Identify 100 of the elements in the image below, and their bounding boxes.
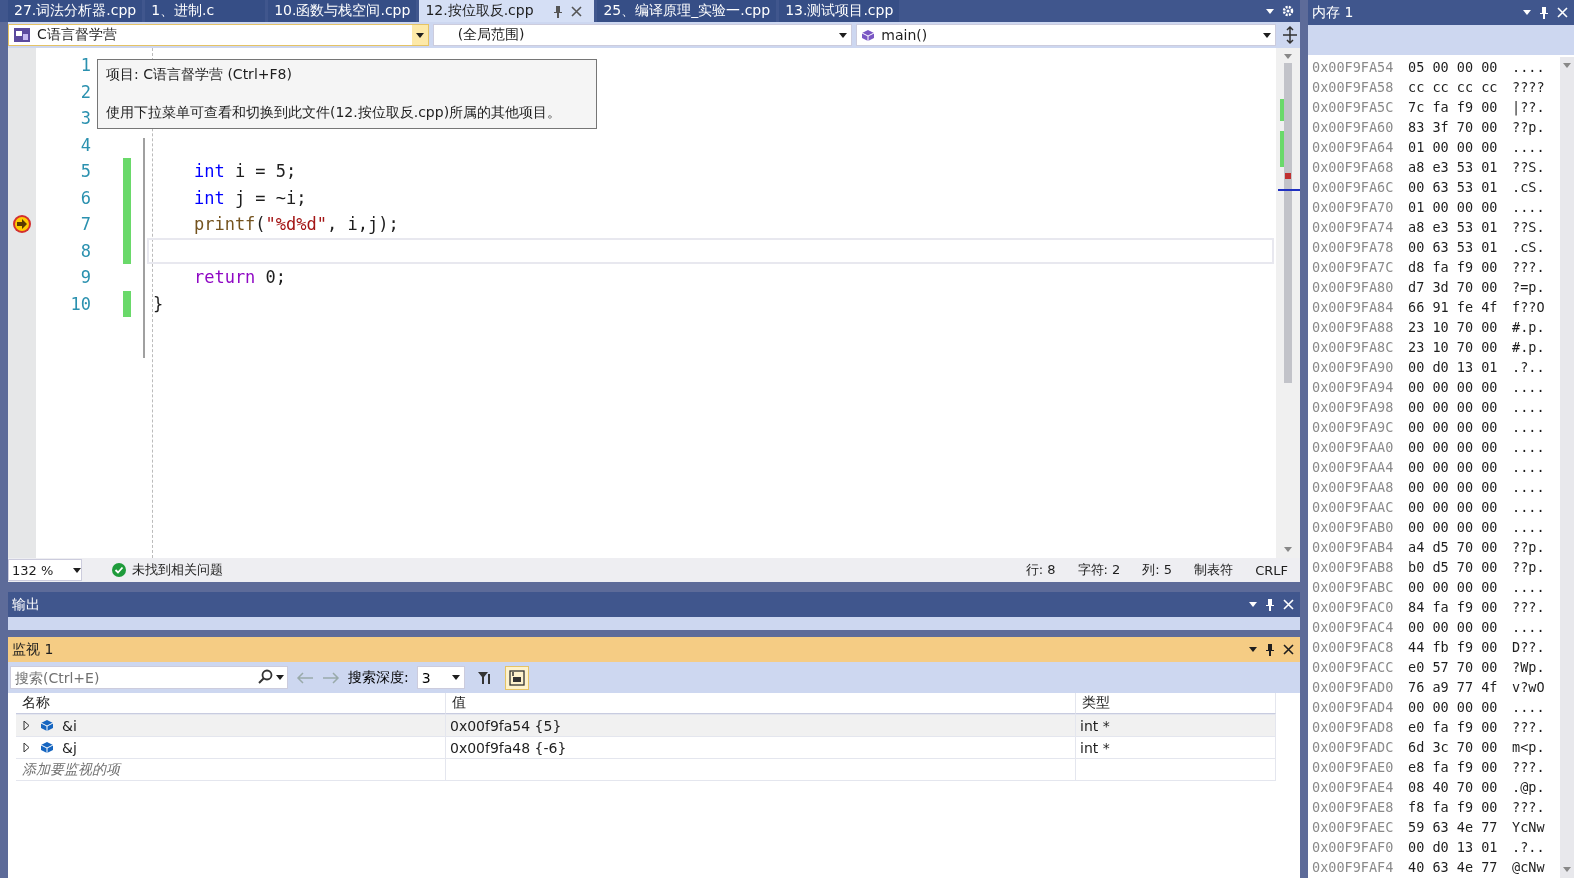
- memory-bytes: a8 e3 53 01: [1408, 219, 1499, 235]
- memory-address: 0x00F9FA90: [1312, 359, 1395, 375]
- memory-chars: ??S.: [1512, 159, 1545, 175]
- memory-chars: .cS.: [1512, 239, 1545, 255]
- memory-address: 0x00F9FAB4: [1312, 539, 1395, 555]
- memory-bytes: b0 d5 70 00: [1408, 559, 1499, 575]
- memory-address: 0x00F9FA58: [1312, 79, 1395, 95]
- pin-icon[interactable]: [1265, 598, 1275, 611]
- memory-address: 0x00F9FAA4: [1312, 459, 1395, 475]
- memory-chars: ????: [1512, 79, 1545, 95]
- memory-chars: ?Wp.: [1512, 659, 1545, 675]
- memory-chars: .@p.: [1512, 779, 1545, 795]
- search-field[interactable]: 搜索(Ctrl+E): [10, 666, 288, 689]
- scrollbar[interactable]: [1276, 48, 1300, 558]
- memory-bytes: f8 fa f9 00: [1408, 799, 1499, 815]
- close-icon[interactable]: [1283, 644, 1294, 655]
- file-tab[interactable]: 12.按位取反.cpp: [419, 0, 595, 22]
- status-item[interactable]: 列: 5: [1142, 561, 1173, 579]
- split-icon[interactable]: [1280, 25, 1300, 45]
- caret-icon: [839, 32, 848, 38]
- memory-chars: ....: [1512, 199, 1545, 215]
- column-header[interactable]: 名称: [16, 693, 446, 714]
- scope-dropdown[interactable]: (全局范围): [432, 24, 853, 46]
- scrollbar[interactable]: [1560, 57, 1574, 878]
- expand-icon[interactable]: [22, 721, 30, 730]
- column-header[interactable]: 值: [446, 693, 1076, 714]
- file-tab[interactable]: 25、编译原理_实验一.cpp: [597, 0, 777, 22]
- pin-icon[interactable]: [1265, 643, 1275, 656]
- memory-chars: ???.: [1512, 759, 1545, 775]
- watch-type: int *: [1076, 715, 1276, 736]
- caret-position-marker: [1278, 189, 1300, 191]
- memory-bytes: 00 63 53 01: [1408, 179, 1499, 195]
- status-item[interactable]: 字符: 2: [1077, 561, 1121, 579]
- project-dropdown[interactable]: C语言督学营: [8, 24, 429, 46]
- memory-bytes: 00 d0 13 01: [1408, 839, 1499, 855]
- memory-chars: ???.: [1512, 599, 1545, 615]
- line-number: 10: [69, 293, 91, 314]
- memory-chars: ??S.: [1512, 219, 1545, 235]
- memory-bytes: 76 a9 77 4f: [1408, 679, 1499, 695]
- memory-bytes: a8 e3 53 01: [1408, 159, 1499, 175]
- memory-address: 0x00F9FA9C: [1312, 419, 1395, 435]
- file-tab[interactable]: 13.测试项目.cpp: [779, 0, 900, 22]
- memory-chars: YcNw: [1512, 819, 1545, 835]
- caret-icon: [276, 674, 284, 680]
- memory-bytes: d7 3d 70 00: [1408, 279, 1499, 295]
- memory-bytes: 83 3f 70 00: [1408, 119, 1499, 135]
- memory-bytes: 00 00 00 00: [1408, 399, 1499, 415]
- file-tab[interactable]: 10.函数与栈空间.cpp: [268, 0, 417, 22]
- status-item[interactable]: 行: 8: [1025, 561, 1056, 579]
- scroll-down-icon: [1563, 867, 1571, 872]
- status-item[interactable]: 制表符: [1194, 561, 1234, 579]
- memory-address: 0x00F9FA6C: [1312, 179, 1395, 195]
- pin-icon[interactable]: [553, 4, 564, 18]
- memory-chars: ....: [1512, 619, 1545, 635]
- pin-icon[interactable]: [1539, 6, 1549, 19]
- issues-status[interactable]: 未找到相关问题: [132, 561, 223, 579]
- memory-bytes: 00 00 00 00: [1408, 499, 1499, 515]
- column-header[interactable]: 类型: [1076, 693, 1276, 714]
- error-marker: [1285, 173, 1291, 179]
- status-item[interactable]: CRLF: [1255, 562, 1288, 578]
- zoom-dropdown[interactable]: 132 %: [8, 559, 82, 581]
- line-number: 1: [79, 55, 91, 76]
- memory-chars: v?wO: [1512, 679, 1545, 695]
- scroll-thumb[interactable]: [1284, 63, 1292, 383]
- close-icon[interactable]: [571, 5, 583, 17]
- memory-address: 0x00F9FA8C: [1312, 339, 1395, 355]
- memory-address: 0x00F9FAB0: [1312, 519, 1395, 535]
- memory-chars: .cS.: [1512, 179, 1545, 195]
- scroll-up-icon: [1563, 63, 1571, 68]
- watch-value: 0x00f9fa48 {-6}: [446, 737, 1076, 758]
- depth-dropdown[interactable]: 3: [416, 666, 465, 689]
- memory-bytes: 59 63 4e 77: [1408, 819, 1499, 835]
- search-icon[interactable]: [257, 669, 273, 685]
- memory-bytes: 00 00 00 00: [1408, 459, 1499, 475]
- memory-address: 0x00F9FA88: [1312, 319, 1395, 335]
- memory-chars: m<p.: [1512, 739, 1545, 755]
- caret-icon: [415, 32, 424, 38]
- memory-address: 0x00F9FAD8: [1312, 719, 1395, 735]
- memory-chars: ....: [1512, 519, 1545, 535]
- depth-label: 搜索深度:: [348, 668, 409, 687]
- memory-address: 0x00F9FA5C: [1312, 99, 1395, 115]
- memory-address: 0x00F9FAEC: [1312, 819, 1395, 835]
- panel-title: 监视 1: [12, 640, 55, 659]
- memory-bytes: 08 40 70 00: [1408, 779, 1499, 795]
- memory-address: 0x00F9FAC0: [1312, 599, 1395, 615]
- memory-chars: |??.: [1512, 99, 1545, 115]
- expand-icon[interactable]: [22, 743, 30, 752]
- add-watch-placeholder[interactable]: 添加要监视的项: [16, 759, 446, 780]
- file-tab[interactable]: 27.词法分析器.cpp: [8, 0, 143, 22]
- memory-address: 0x00F9FAE0: [1312, 759, 1395, 775]
- function-dropdown[interactable]: main(): [856, 24, 1276, 46]
- memory-bytes: 00 63 53 01: [1408, 239, 1499, 255]
- hex-toggle-button[interactable]: [504, 665, 529, 690]
- memory-bytes: 00 00 00 00: [1408, 519, 1499, 535]
- memory-chars: f??O: [1512, 299, 1545, 315]
- file-tab[interactable]: 1、进制.c: [145, 0, 266, 22]
- settings-icon[interactable]: [1282, 5, 1294, 17]
- code-line: int j = ~i;: [192, 187, 307, 208]
- watch-name: &i: [62, 717, 77, 734]
- memory-chars: ....: [1512, 419, 1545, 435]
